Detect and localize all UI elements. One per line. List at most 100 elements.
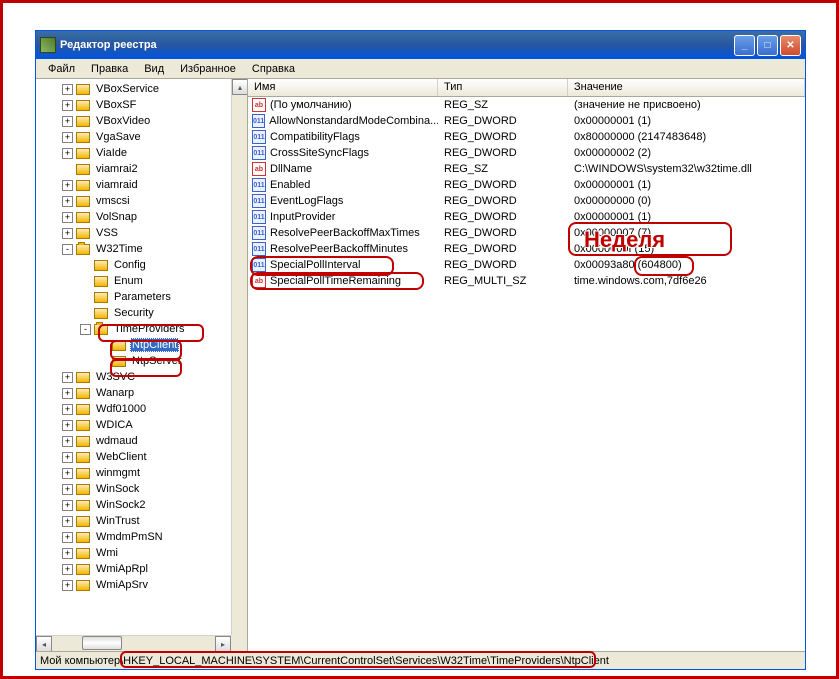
list-row[interactable]: ab(По умолчанию)REG_SZ(значение не присв… xyxy=(248,97,805,113)
expand-icon[interactable]: + xyxy=(62,84,73,95)
tree-node-winsock2[interactable]: + WinSock2 xyxy=(40,497,231,513)
tree-node-vgasave[interactable]: +VgaSave xyxy=(40,129,231,145)
tree-node-w3svc[interactable]: + W3SVC xyxy=(40,369,231,385)
tree-node-vboxservice[interactable]: + VBoxService xyxy=(40,81,231,97)
tree-label[interactable]: W3SVC xyxy=(94,371,137,383)
tree-scrollbar-v[interactable]: ▴ xyxy=(231,79,247,635)
expand-icon[interactable]: + xyxy=(62,532,73,543)
tree-label[interactable]: WmdmPmSN xyxy=(94,531,165,543)
tree-label[interactable]: W32Time xyxy=(94,243,145,255)
tree-label[interactable]: viamraid xyxy=(94,179,140,191)
tree-label[interactable]: VBoxService xyxy=(94,83,161,95)
tree-label[interactable]: vmscsi xyxy=(94,195,132,207)
tree-label[interactable]: NtpClient xyxy=(130,338,179,352)
expand-icon[interactable]: + xyxy=(62,500,73,511)
scroll-up-icon[interactable]: ▴ xyxy=(232,79,248,95)
menu-help[interactable]: Справка xyxy=(244,61,303,77)
list-row[interactable]: 011AllowNonstandardModeCombina...REG_DWO… xyxy=(248,113,805,129)
tree-node-vboxvideo[interactable]: + VBoxVideo xyxy=(40,113,231,129)
tree-label[interactable]: VgaSave xyxy=(94,131,143,143)
expand-icon[interactable]: + xyxy=(62,484,73,495)
tree-node-wmi[interactable]: + Wmi xyxy=(40,545,231,561)
expand-icon[interactable]: + xyxy=(62,148,73,159)
expand-icon[interactable]: + xyxy=(62,372,73,383)
tree-label[interactable]: VBoxVideo xyxy=(94,115,152,127)
expand-icon[interactable]: + xyxy=(62,580,73,591)
menu-file[interactable]: Файл xyxy=(40,61,83,77)
tree-label[interactable]: WmiApSrv xyxy=(94,579,150,591)
tree-label[interactable]: winmgmt xyxy=(94,467,142,479)
expand-icon[interactable]: + xyxy=(62,452,73,463)
tree-node-viamraid[interactable]: + viamraid xyxy=(40,177,231,193)
tree-node-wmiaprpl[interactable]: +WmiApRpl xyxy=(40,561,231,577)
expand-icon[interactable]: + xyxy=(62,420,73,431)
expand-icon[interactable]: + xyxy=(62,388,73,399)
list-row[interactable]: 011EventLogFlagsREG_DWORD0x00000000 (0) xyxy=(248,193,805,209)
tree-label[interactable]: WinTrust xyxy=(94,515,142,527)
list-row[interactable]: 011CompatibilityFlagsREG_DWORD0x80000000… xyxy=(248,129,805,145)
tree-node-winmgmt[interactable]: + winmgmt xyxy=(40,465,231,481)
tree-node-vboxsf[interactable]: + VBoxSF xyxy=(40,97,231,113)
tree-node-wanarp[interactable]: +Wanarp xyxy=(40,385,231,401)
minimize-button[interactable]: _ xyxy=(734,35,755,56)
list-row[interactable]: 011ResolvePeerBackoffMinutesREG_DWORD0x0… xyxy=(248,241,805,257)
expand-icon[interactable]: + xyxy=(62,116,73,127)
menu-edit[interactable]: Правка xyxy=(83,61,136,77)
tree-node-config[interactable]: Config xyxy=(40,257,231,273)
tree-node-enum[interactable]: Enum xyxy=(40,273,231,289)
tree-label[interactable]: Config xyxy=(112,259,148,271)
tree-label[interactable]: ViaIde xyxy=(94,147,129,159)
list-row[interactable]: 011CrossSiteSyncFlagsREG_DWORD0x00000002… xyxy=(248,145,805,161)
expand-icon[interactable]: + xyxy=(62,228,73,239)
tree-label[interactable]: viamrai2 xyxy=(94,163,140,175)
tree-label[interactable]: TimeProviders xyxy=(112,323,187,335)
scroll-left-icon[interactable]: ◂ xyxy=(36,636,52,651)
tree-label[interactable]: Parameters xyxy=(112,291,173,303)
menu-view[interactable]: Вид xyxy=(136,61,172,77)
tree-label[interactable]: VBoxSF xyxy=(94,99,138,111)
expand-icon[interactable]: + xyxy=(62,180,73,191)
tree-label[interactable]: VSS xyxy=(94,227,120,239)
tree-label[interactable]: WinSock2 xyxy=(94,499,148,511)
tree-node-winsock[interactable]: + WinSock xyxy=(40,481,231,497)
tree-node-wdmaud[interactable]: + wdmaud xyxy=(40,433,231,449)
tree-label[interactable]: Wmi xyxy=(94,547,120,559)
tree-label[interactable]: wdmaud xyxy=(94,435,140,447)
scroll-right-icon[interactable]: ▸ xyxy=(215,636,231,651)
tree-label[interactable]: Enum xyxy=(112,275,145,287)
expand-icon[interactable]: + xyxy=(62,548,73,559)
tree-node-vmscsi[interactable]: + vmscsi xyxy=(40,193,231,209)
tree-node-wmiapsrv[interactable]: + WmiApSrv xyxy=(40,577,231,593)
collapse-icon[interactable]: - xyxy=(62,244,73,255)
tree-node-parameters[interactable]: Parameters xyxy=(40,289,231,305)
expand-icon[interactable]: + xyxy=(62,516,73,527)
tree-node-vss[interactable]: + VSS xyxy=(40,225,231,241)
tree-node-webclient[interactable]: +WebClient xyxy=(40,449,231,465)
expand-icon[interactable]: + xyxy=(62,196,73,207)
expand-icon[interactable]: + xyxy=(62,404,73,415)
tree-label[interactable]: WinSock xyxy=(94,483,141,495)
maximize-button[interactable]: □ xyxy=(757,35,778,56)
column-header-value[interactable]: Значение xyxy=(568,79,805,96)
expand-icon[interactable]: + xyxy=(62,468,73,479)
tree-node-volsnap[interactable]: +VolSnap xyxy=(40,209,231,225)
list-row[interactable]: 011EnabledREG_DWORD0x00000001 (1) xyxy=(248,177,805,193)
tree-label[interactable]: WmiApRpl xyxy=(94,563,150,575)
list-row[interactable]: 011SpecialPollIntervalREG_DWORD0x00093a8… xyxy=(248,257,805,273)
column-header-type[interactable]: Тип xyxy=(438,79,568,96)
list-row[interactable]: abSpecialPollTimeRemainingREG_MULTI_SZti… xyxy=(248,273,805,289)
tree-label[interactable]: Wdf01000 xyxy=(94,403,148,415)
titlebar[interactable]: Редактор реестра _ □ ✕ xyxy=(36,31,805,59)
list-row[interactable]: abDllNameREG_SZC:\WINDOWS\system32\w32ti… xyxy=(248,161,805,177)
tree-node-wdica[interactable]: +WDICA xyxy=(40,417,231,433)
expand-icon[interactable]: + xyxy=(62,100,73,111)
list-row[interactable]: 011ResolvePeerBackoffMaxTimesREG_DWORD0x… xyxy=(248,225,805,241)
tree-node-wmdmpmsn[interactable]: + WmdmPmSN xyxy=(40,529,231,545)
column-header-name[interactable]: Имя xyxy=(248,79,438,96)
tree-node-timeproviders[interactable]: -TimeProviders xyxy=(40,321,231,337)
tree-node-viaide[interactable]: + ViaIde xyxy=(40,145,231,161)
tree-node-wintrust[interactable]: + WinTrust xyxy=(40,513,231,529)
expand-icon[interactable]: + xyxy=(62,436,73,447)
tree-node-ntpclient[interactable]: NtpClient xyxy=(40,337,231,353)
tree-node-wdf01000[interactable]: + Wdf01000 xyxy=(40,401,231,417)
